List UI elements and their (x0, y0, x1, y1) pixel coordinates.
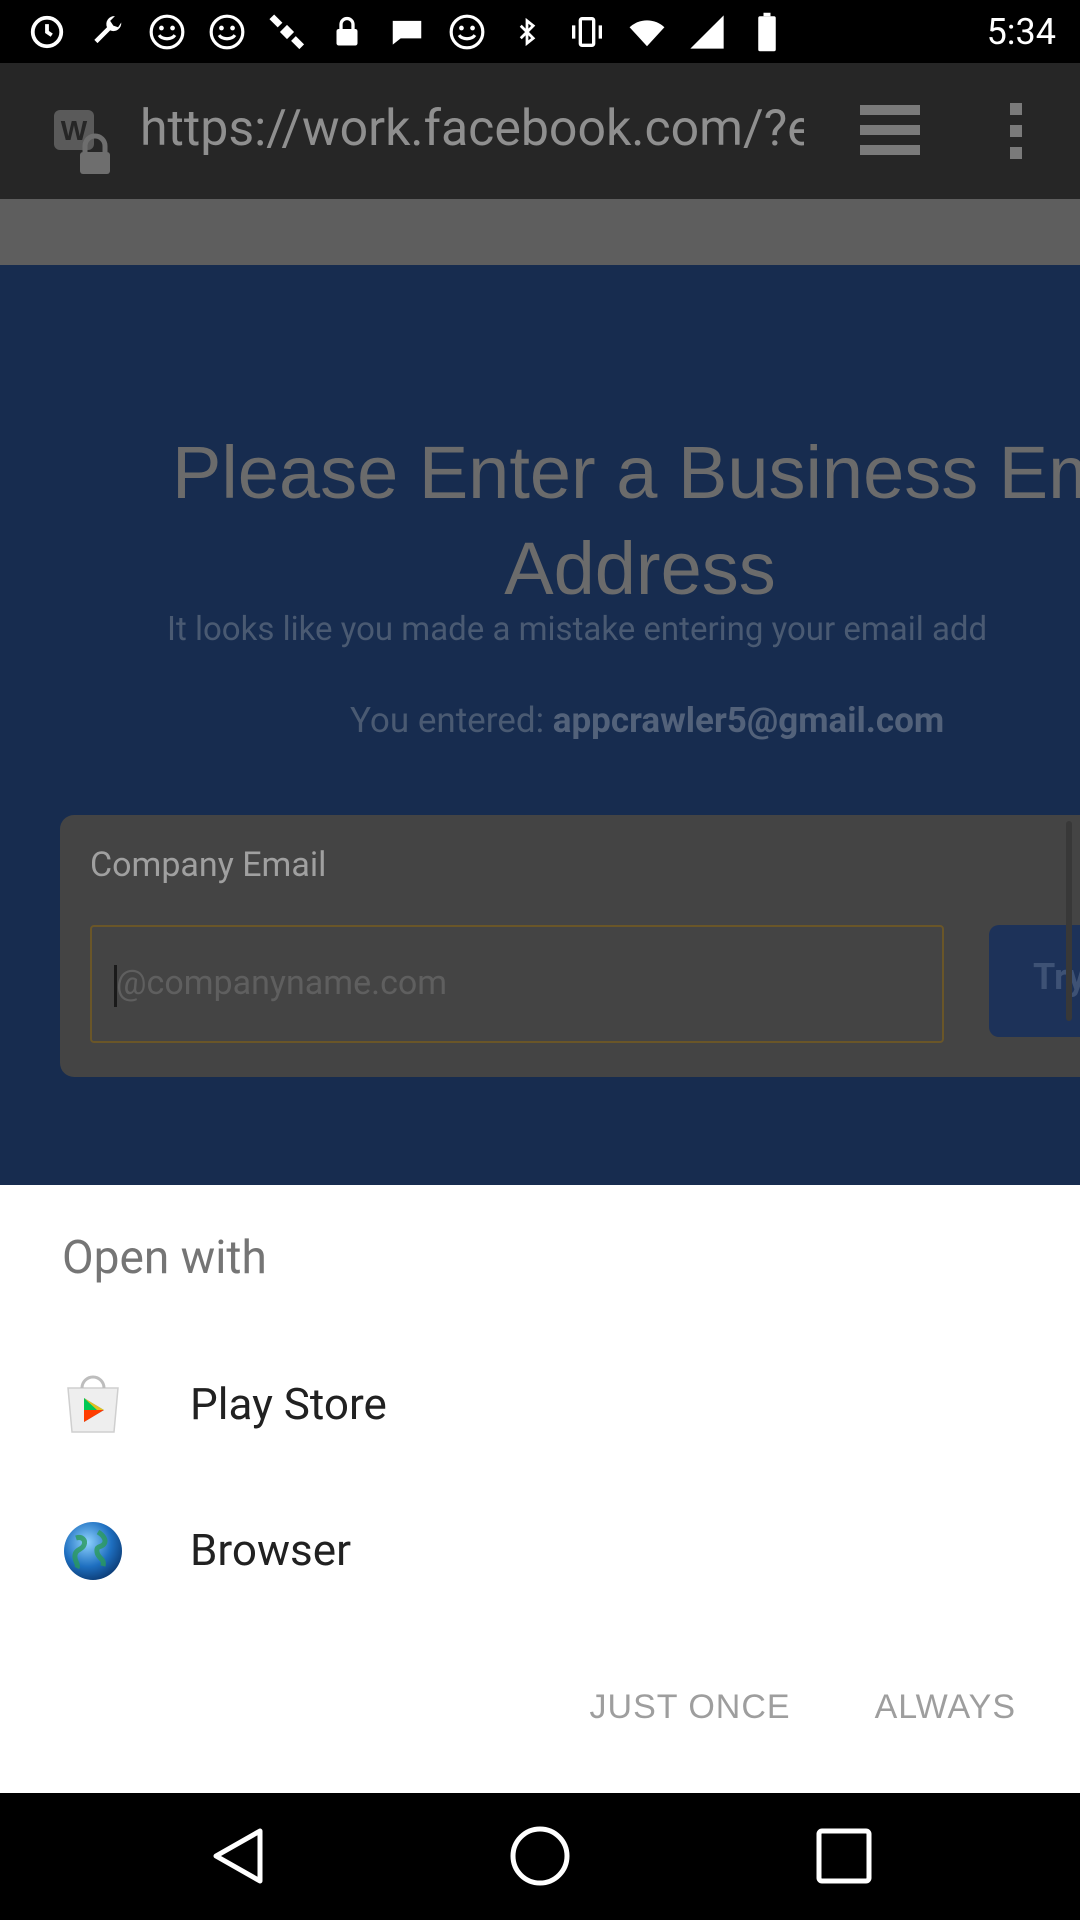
scroll-indicator (1066, 821, 1072, 1021)
page-title-line2: Address (504, 527, 776, 610)
page-title-line1: Please Enter a Business Em (172, 431, 1080, 514)
page-header-strip (0, 199, 1080, 265)
company-email-card: Company Email @companyname.com Try (60, 815, 1080, 1077)
lock-icon (326, 11, 368, 53)
status-time: 5:34 (986, 10, 1056, 53)
satellite-icon (266, 11, 308, 53)
play-store-icon (62, 1374, 124, 1436)
app-label-play-store: Play Store (190, 1378, 387, 1430)
more-options-icon (1000, 101, 1034, 161)
vibrate-icon (566, 11, 608, 53)
app-label-browser: Browser (190, 1524, 352, 1576)
chat-icon (386, 11, 428, 53)
entered-email: appcrawler5@gmail.com (552, 700, 945, 741)
emoji-icon (146, 11, 188, 53)
browser-url-bar: W https://work.facebook.com/?em (0, 63, 1080, 199)
recent-apps-icon[interactable] (811, 1823, 877, 1889)
company-email-input: @companyname.com (90, 925, 944, 1043)
signal-icon (686, 11, 728, 53)
home-icon[interactable] (507, 1823, 573, 1889)
emoji-icon (446, 11, 488, 53)
app-option-play-store[interactable]: Play Store (0, 1332, 1080, 1478)
battery-icon (746, 11, 788, 53)
entered-prefix: You entered: (350, 700, 553, 741)
page-title: Please Enter a Business Em Address (140, 425, 1080, 617)
wrench-icon (86, 11, 128, 53)
url-text: https://work.facebook.com/?em (140, 100, 804, 158)
company-email-label: Company Email (90, 845, 327, 885)
open-with-sheet: Open with Play Store Browser JUST ONCE A… (0, 1185, 1080, 1793)
just-once-button[interactable]: JUST ONCE (568, 1674, 813, 1741)
page-subtitle: It looks like you made a mistake enterin… (167, 610, 988, 649)
bluetooth-icon (506, 11, 548, 53)
background-page: W https://work.facebook.com/?em Please E… (0, 63, 1080, 1185)
always-button[interactable]: ALWAYS (853, 1674, 1038, 1741)
app-option-browser[interactable]: Browser (0, 1478, 1080, 1624)
sheet-title: Open with (62, 1231, 267, 1285)
navigation-bar (0, 1793, 1080, 1920)
emoji-icon (206, 11, 248, 53)
back-icon[interactable] (206, 1823, 272, 1889)
input-placeholder: @companyname.com (116, 963, 448, 1003)
reader-menu-icon (858, 103, 922, 159)
wifi-icon (626, 11, 668, 53)
entered-email-line: You entered: appcrawler5@gmail.com (350, 700, 944, 741)
browser-globe-icon (62, 1520, 124, 1582)
site-secure-icon: W (52, 108, 120, 178)
status-bar: 5:34 (0, 0, 1080, 63)
sheet-actions: JUST ONCE ALWAYS (568, 1674, 1038, 1741)
hero-section: Please Enter a Business Em Address It lo… (0, 265, 1080, 1185)
sync-icon (26, 11, 68, 53)
